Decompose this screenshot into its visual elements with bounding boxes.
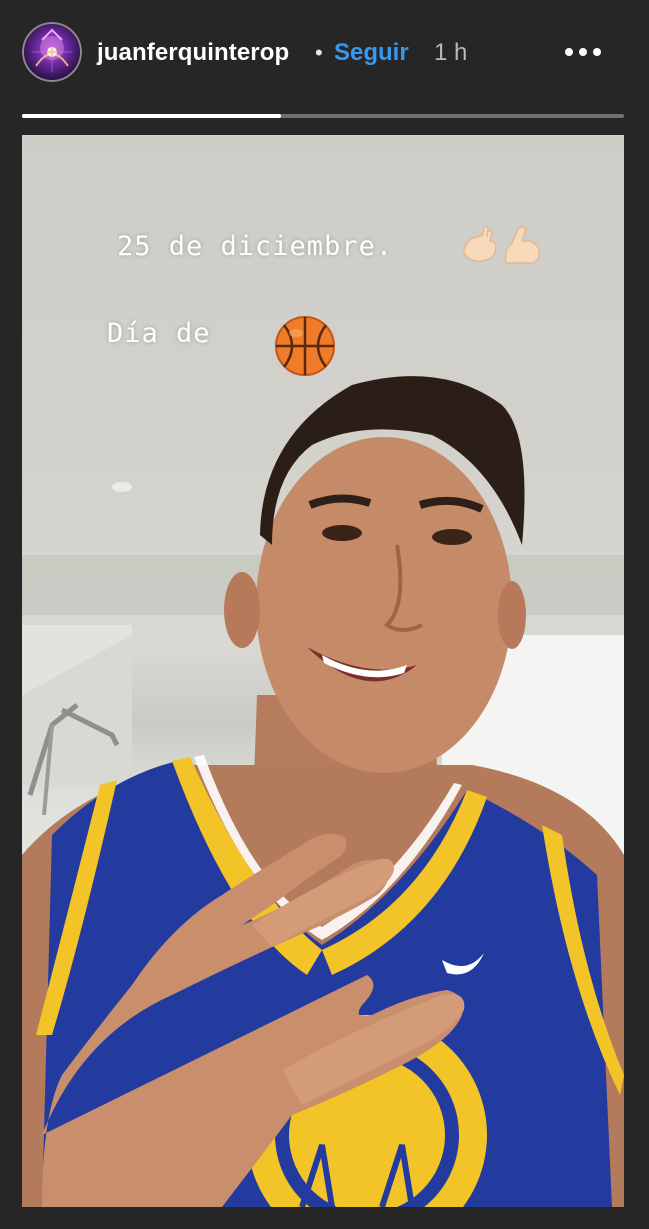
story-caption-day: Día de	[107, 318, 211, 349]
username-link[interactable]: juanferquinterop	[97, 38, 289, 68]
story-viewer: juanferquinterop • Seguir 1 h 25 de dici…	[0, 0, 649, 1229]
story-header: juanferquinterop • Seguir 1 h	[0, 0, 649, 108]
more-options-icon[interactable]	[555, 36, 607, 68]
profile-avatar[interactable]	[22, 22, 82, 82]
dot-1	[565, 48, 573, 56]
flexed-biceps-icon	[504, 226, 541, 264]
story-caption-date: 25 de diciembre.	[117, 231, 394, 262]
story-progress-fill	[22, 114, 281, 118]
call-me-hand-icon	[463, 225, 497, 263]
separator-dot: •	[315, 40, 323, 65]
story-photo[interactable]: 25 de diciembre. Día de	[22, 135, 624, 1207]
follow-button[interactable]: Seguir	[334, 38, 409, 68]
timestamp: 1 h	[434, 39, 468, 66]
story-progress-bar	[22, 114, 624, 118]
dot-3	[593, 48, 601, 56]
dot-2	[579, 48, 587, 56]
selfie-illustration	[22, 376, 624, 1207]
